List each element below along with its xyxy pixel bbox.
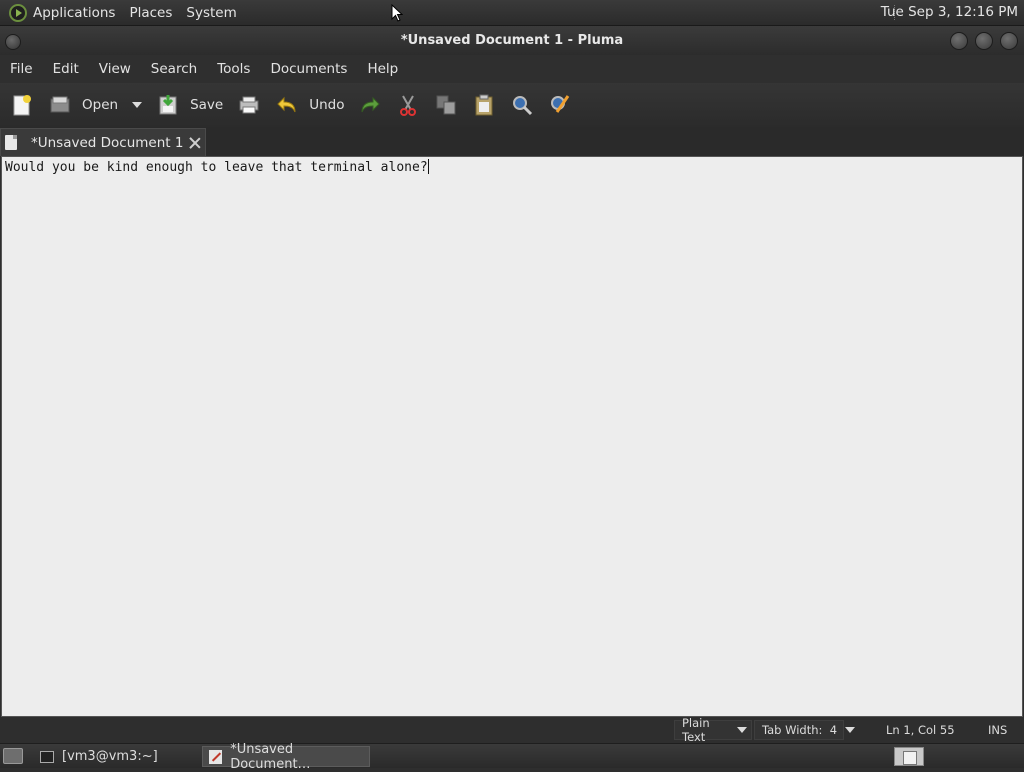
print-button[interactable] bbox=[237, 88, 261, 122]
toolbar: Open Save Undo bbox=[0, 83, 1024, 127]
printer-icon bbox=[237, 93, 261, 117]
mate-logo-icon[interactable] bbox=[9, 3, 27, 22]
magnifier-icon bbox=[510, 93, 534, 117]
chevron-down-icon bbox=[737, 727, 747, 733]
maximize-button[interactable] bbox=[975, 32, 993, 50]
minimize-button[interactable] bbox=[950, 32, 968, 50]
statusbar: Plain Text Tab Width: 4 Ln 1, Col 55 INS bbox=[0, 716, 1024, 744]
text-caret bbox=[427, 159, 429, 174]
panel-clock[interactable]: Tue Sep 3, 12:16 PM bbox=[881, 4, 1018, 20]
clipboard-icon bbox=[472, 93, 496, 117]
tab-width-selector[interactable]: Tab Width: 4 bbox=[754, 720, 856, 740]
top-panel: Applications Places System Tue Sep 3, 12… bbox=[0, 0, 1024, 25]
paste-button[interactable] bbox=[472, 88, 496, 122]
menubar: File Edit View Search Tools Documents He… bbox=[0, 55, 1024, 83]
find-replace-button[interactable] bbox=[548, 88, 572, 122]
language-label: Plain Text bbox=[682, 716, 710, 744]
menu-view[interactable]: View bbox=[99, 61, 131, 77]
menu-tools[interactable]: Tools bbox=[217, 61, 250, 77]
editor-line-1[interactable]: Would you be kind enough to leave that t… bbox=[5, 159, 429, 175]
cut-button[interactable] bbox=[396, 88, 420, 122]
menu-documents[interactable]: Documents bbox=[270, 61, 347, 77]
terminal-icon bbox=[40, 750, 54, 763]
menu-help[interactable]: Help bbox=[367, 61, 398, 77]
pluma-icon bbox=[209, 749, 223, 764]
undo-label: Undo bbox=[309, 97, 345, 113]
bottom-panel: [vm3@vm3:~] *Unsaved Document… bbox=[0, 742, 1024, 772]
taskbar-item-terminal[interactable]: [vm3@vm3:~] bbox=[34, 746, 194, 767]
save-icon bbox=[156, 93, 180, 117]
chevron-down-icon bbox=[132, 102, 143, 108]
document-tabs: *Unsaved Document 1 bbox=[0, 127, 1024, 156]
open-recent-dropdown[interactable] bbox=[132, 88, 143, 122]
find-replace-icon bbox=[548, 93, 572, 117]
copy-icon bbox=[434, 93, 458, 117]
taskbar-item-label: *Unsaved Document… bbox=[230, 741, 311, 772]
taskbar-item-pluma[interactable]: *Unsaved Document… bbox=[202, 742, 370, 772]
save-button[interactable]: Save bbox=[156, 88, 223, 122]
insert-mode-indicator: INS bbox=[988, 723, 1008, 737]
cursor-position: Ln 1, Col 55 bbox=[886, 723, 955, 737]
new-document-button[interactable] bbox=[10, 88, 34, 122]
text-editor-area[interactable]: Would you be kind enough to leave that t… bbox=[1, 156, 1023, 717]
workspace-switcher[interactable] bbox=[894, 747, 924, 766]
window-titlebar[interactable]: *Unsaved Document 1 - Pluma bbox=[0, 25, 1024, 55]
panel-menu-applications[interactable]: Applications bbox=[33, 5, 115, 21]
undo-button[interactable]: Undo bbox=[275, 88, 344, 122]
redo-icon bbox=[358, 93, 382, 117]
find-button[interactable] bbox=[510, 88, 534, 122]
editor-text: Would you be kind enough to leave that t… bbox=[5, 160, 428, 175]
tab-unsaved-document-1[interactable]: *Unsaved Document 1 bbox=[0, 128, 206, 156]
copy-button[interactable] bbox=[434, 88, 458, 122]
redo-button[interactable] bbox=[358, 88, 382, 122]
language-selector[interactable]: Plain Text bbox=[674, 716, 752, 744]
menu-file[interactable]: File bbox=[10, 61, 33, 77]
panel-menu-system[interactable]: System bbox=[186, 5, 236, 21]
chevron-down-icon bbox=[845, 727, 856, 733]
save-label: Save bbox=[190, 97, 224, 113]
panel-menu-places[interactable]: Places bbox=[129, 5, 172, 21]
undo-icon bbox=[275, 93, 299, 117]
menu-search[interactable]: Search bbox=[151, 61, 197, 77]
tab-label: *Unsaved Document 1 bbox=[31, 134, 184, 151]
scissors-icon bbox=[396, 93, 420, 117]
text-document-icon bbox=[5, 135, 17, 150]
open-button[interactable]: Open bbox=[48, 88, 118, 122]
close-window-button[interactable] bbox=[1000, 32, 1018, 50]
new-document-icon bbox=[10, 93, 34, 117]
taskbar-item-label: [vm3@vm3:~] bbox=[62, 749, 158, 764]
close-tab-icon[interactable] bbox=[189, 137, 201, 149]
tab-width-label: Tab Width: 4 bbox=[762, 723, 838, 737]
menu-edit[interactable]: Edit bbox=[53, 61, 79, 77]
open-folder-icon bbox=[48, 93, 72, 117]
open-label: Open bbox=[82, 97, 119, 113]
window-title: *Unsaved Document 1 - Pluma bbox=[400, 33, 624, 48]
show-desktop-button[interactable] bbox=[3, 748, 23, 764]
